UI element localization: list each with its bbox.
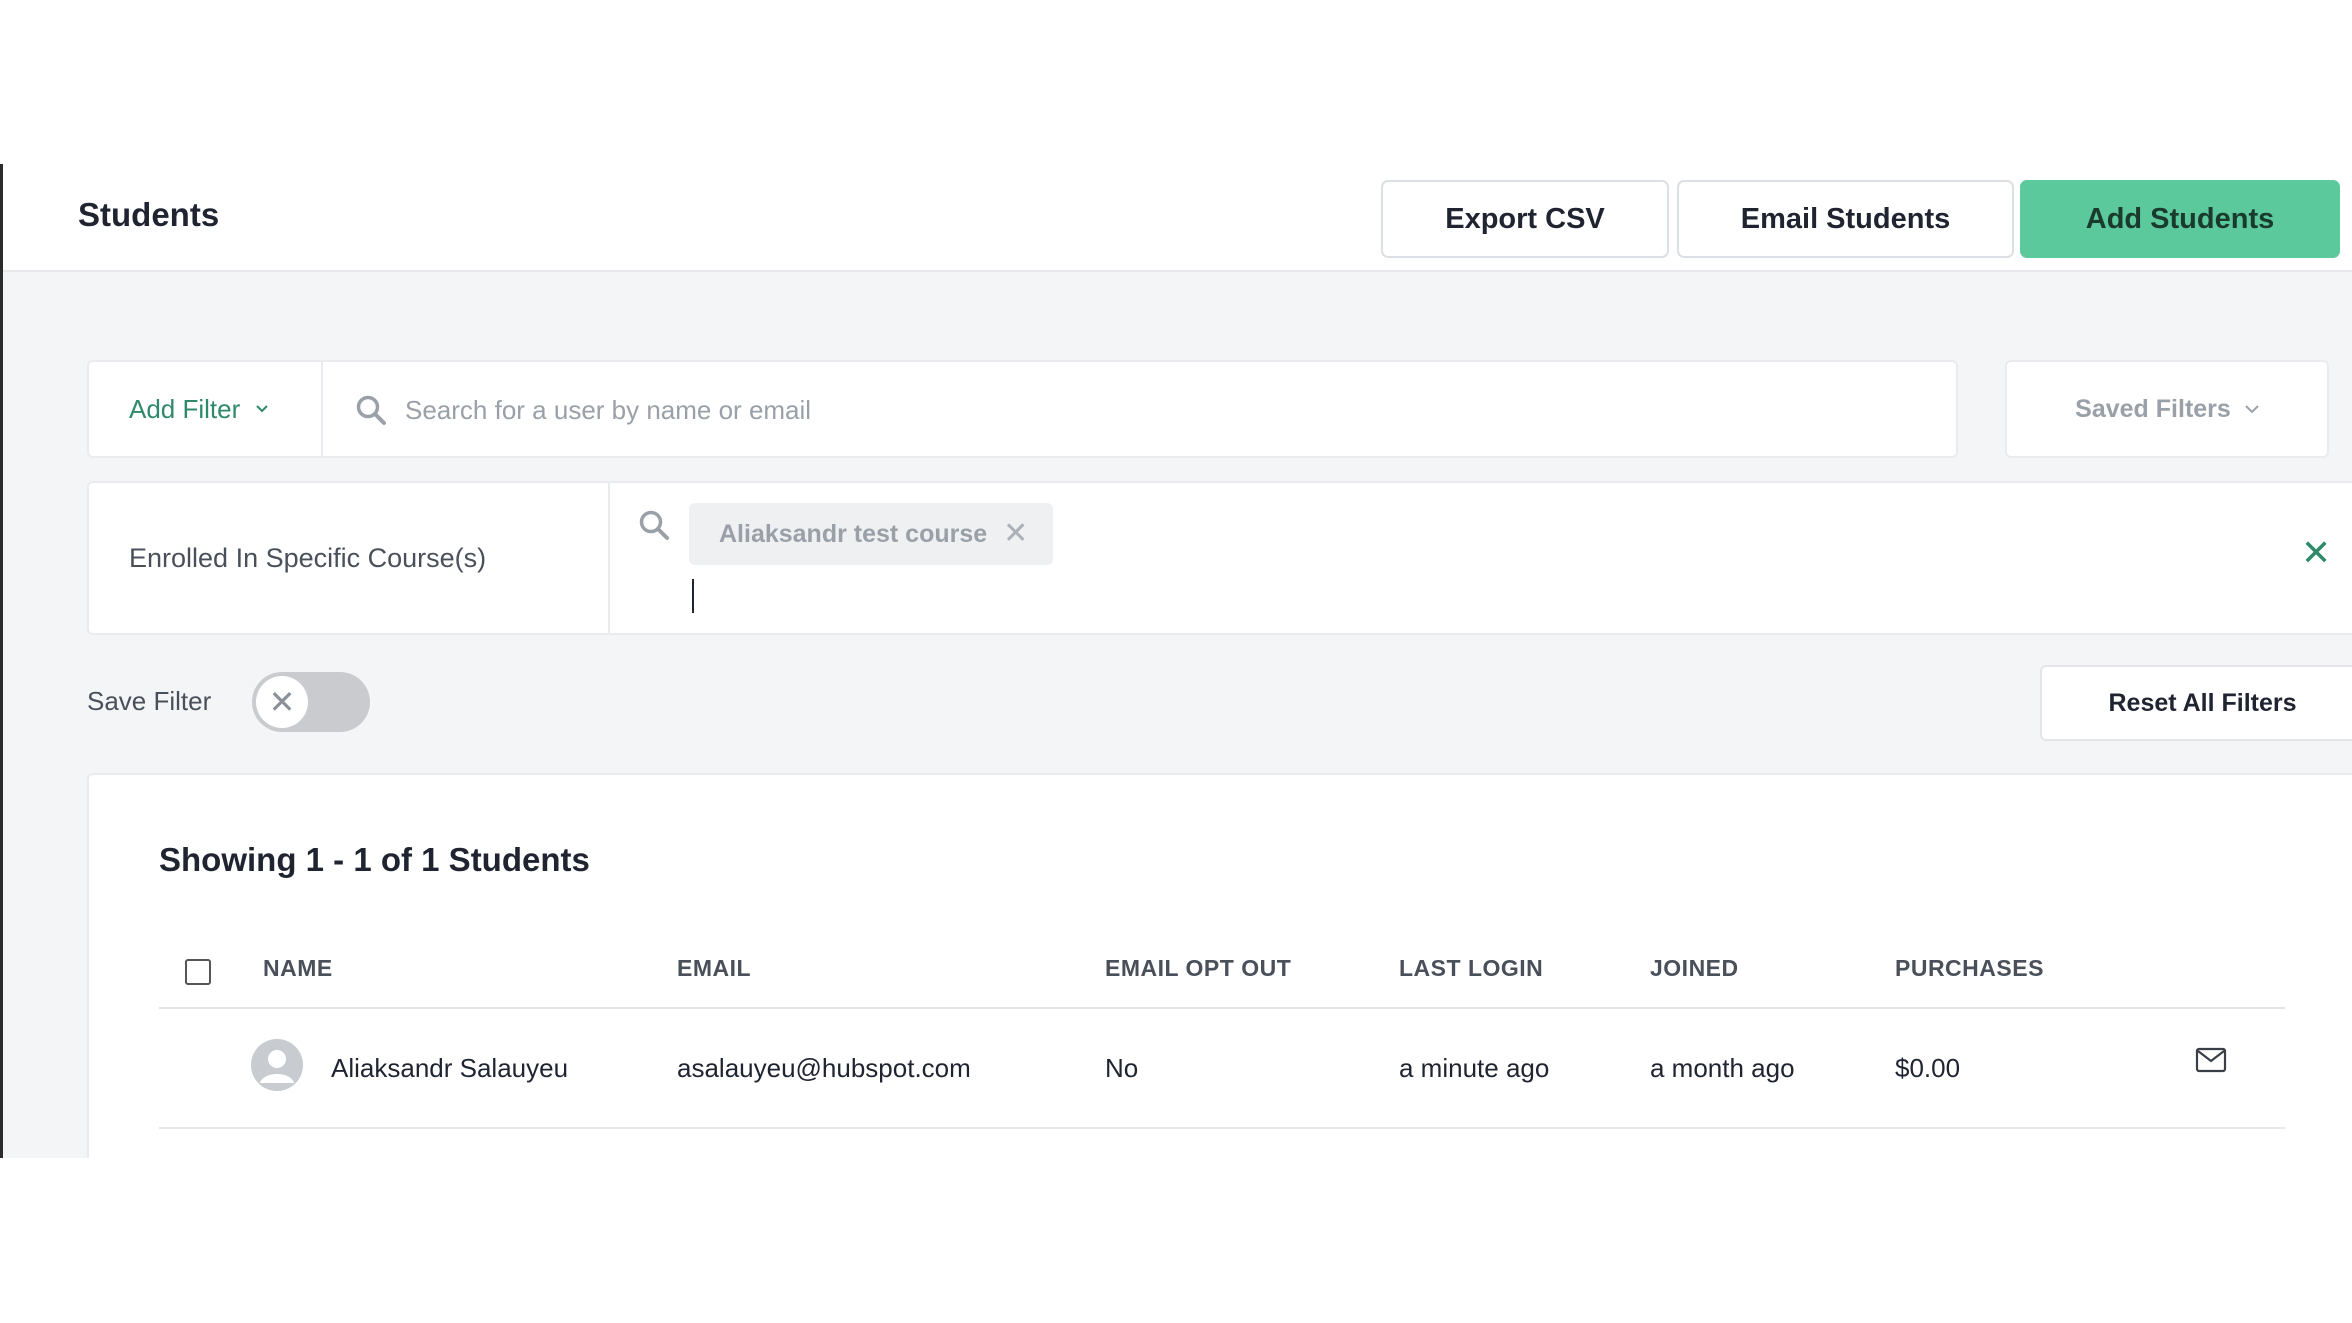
page-title: Students: [78, 196, 220, 233]
email-students-button[interactable]: Email Students: [1677, 180, 2014, 258]
search-input[interactable]: [403, 362, 1907, 458]
save-filter-toggle[interactable]: ✕: [252, 672, 370, 732]
filter-bar: Add Filter: [87, 360, 1958, 458]
close-icon[interactable]: ✕: [2301, 535, 2331, 571]
column-joined[interactable]: JOINED: [1650, 955, 1739, 982]
column-email-opt-out[interactable]: EMAIL OPT OUT: [1105, 955, 1291, 982]
saved-filters-label: Saved Filters: [2075, 394, 2231, 423]
table-header: NAME EMAIL EMAIL OPT OUT LAST LOGIN JOIN…: [159, 955, 2285, 1009]
add-filter-label: Add Filter: [129, 393, 241, 424]
avatar-icon: [251, 1039, 303, 1091]
saved-filters-dropdown[interactable]: Saved Filters: [2005, 360, 2329, 458]
chevron-down-icon: [2245, 405, 2259, 414]
column-purchases[interactable]: PURCHASES: [1895, 955, 2044, 982]
joined-value: a month ago: [1650, 1053, 1795, 1083]
results-panel: Showing 1 - 1 of 1 Students NAME EMAIL E…: [87, 773, 2352, 1158]
export-csv-button[interactable]: Export CSV: [1381, 180, 1669, 258]
reset-all-filters-button[interactable]: Reset All Filters: [2040, 665, 2352, 741]
column-last-login[interactable]: LAST LOGIN: [1399, 955, 1543, 982]
student-email: asalauyeu@hubspot.com: [677, 1053, 971, 1083]
course-filter-row: Enrolled In Specific Course(s) Aliaksand…: [87, 481, 2352, 635]
search-icon: [639, 510, 669, 540]
add-students-button[interactable]: Add Students: [2020, 180, 2340, 258]
email-opt-out-value: No: [1105, 1053, 1139, 1083]
last-login-value: a minute ago: [1399, 1053, 1550, 1083]
select-all-checkbox[interactable]: [185, 959, 211, 985]
course-tag-label: Aliaksandr test course: [719, 519, 988, 548]
mail-icon[interactable]: [2195, 1047, 2227, 1073]
table-row[interactable]: Aliaksandr Salauyeu asalauyeu@hubspot.co…: [159, 1009, 2285, 1129]
filter-type-label: Enrolled In Specific Course(s): [89, 483, 610, 633]
purchases-value: $0.00: [1895, 1053, 1961, 1083]
column-email[interactable]: EMAIL: [677, 955, 751, 982]
save-filter-label: Save Filter: [87, 686, 212, 716]
chevron-down-icon: [256, 405, 268, 413]
top-bar: Students Export CSV Email Students Add S…: [3, 164, 2352, 272]
text-cursor[interactable]: [692, 579, 694, 613]
student-name[interactable]: Aliaksandr Salauyeu: [331, 1053, 568, 1084]
showing-count: Showing 1 - 1 of 1 Students: [159, 841, 590, 878]
close-icon: ✕: [256, 676, 308, 728]
search-icon: [356, 395, 386, 425]
column-name[interactable]: NAME: [263, 955, 333, 982]
remove-tag-icon[interactable]: ✕: [1003, 519, 1028, 549]
students-app: Students Export CSV Email Students Add S…: [0, 164, 2352, 1158]
add-filter-dropdown[interactable]: Add Filter: [89, 362, 323, 456]
course-tag: Aliaksandr test course ✕: [689, 503, 1053, 565]
